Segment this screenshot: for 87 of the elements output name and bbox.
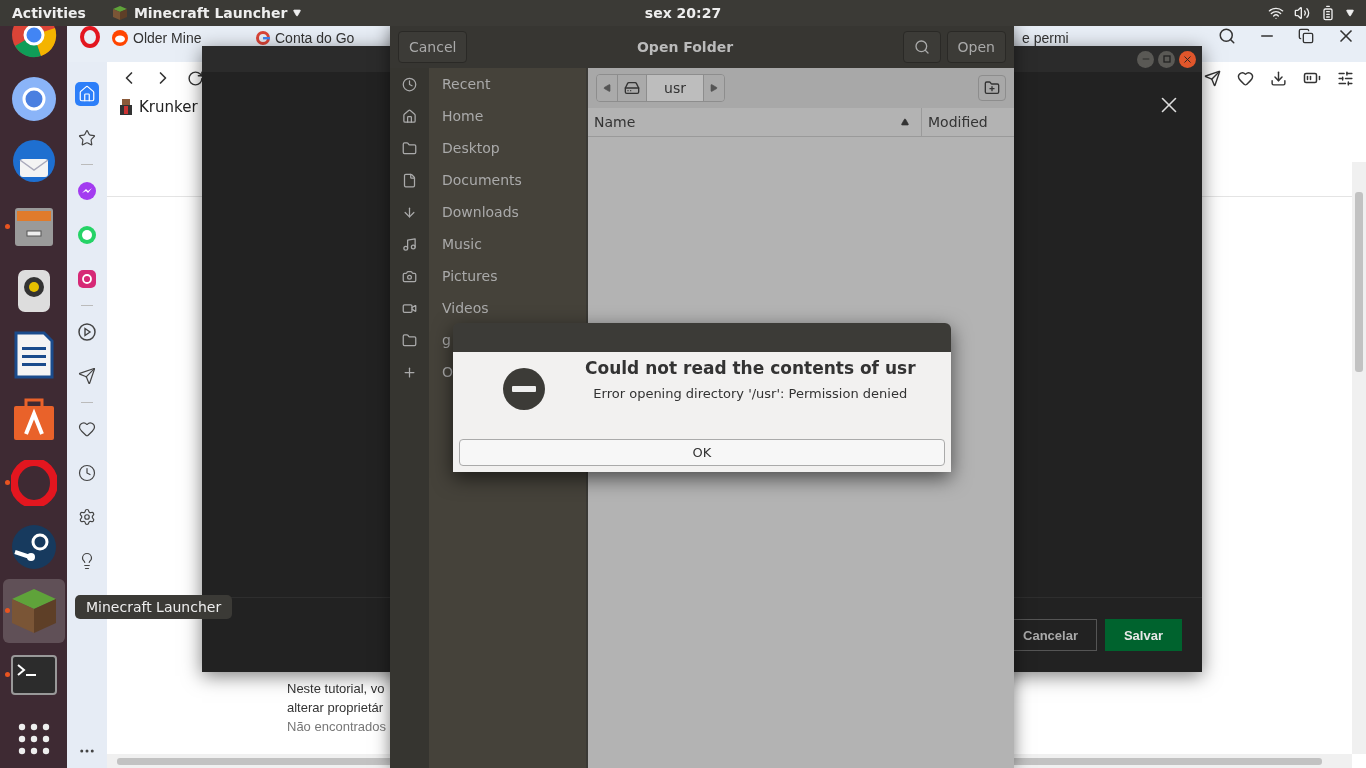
terminal-icon xyxy=(10,655,57,695)
error-title: Could not read the contents of usr xyxy=(585,358,916,378)
messenger-icon xyxy=(77,181,97,201)
wifi-icon[interactable] xyxy=(1268,5,1284,21)
article-text: Neste tutorial, vo xyxy=(287,681,385,696)
clock-text[interactable]: sex 20:27 xyxy=(644,5,722,21)
bookmark-link[interactable]: Krunker xyxy=(139,98,198,116)
bookmark-icon xyxy=(119,99,133,115)
caret-icon[interactable] xyxy=(1346,9,1354,17)
error-icon xyxy=(503,368,545,410)
cancel-button[interactable]: Cancel xyxy=(398,31,468,63)
shopping-bag-icon xyxy=(11,396,56,442)
activities-button[interactable]: Activities xyxy=(12,5,86,21)
restore-icon[interactable] xyxy=(1298,28,1314,44)
place-item[interactable]: Videos xyxy=(390,292,586,324)
camera-icon xyxy=(402,268,417,284)
place-item[interactable]: Music xyxy=(390,228,586,260)
home-icon xyxy=(78,85,96,103)
place-item[interactable]: Downloads xyxy=(390,196,586,228)
grass-block-icon xyxy=(9,587,58,635)
sidebar-button[interactable] xyxy=(75,267,99,291)
path-button[interactable]: usr xyxy=(646,75,703,101)
heart-icon xyxy=(78,420,96,438)
sort-up-icon xyxy=(901,118,909,126)
app-grid-icon xyxy=(17,723,50,755)
download-icon[interactable] xyxy=(1270,69,1287,87)
column-header[interactable]: Modified xyxy=(921,108,1014,136)
place-item[interactable]: Recent xyxy=(390,68,586,100)
reddit-icon xyxy=(112,30,128,46)
volume-icon[interactable] xyxy=(1294,5,1310,21)
place-item[interactable]: Documents xyxy=(390,164,586,196)
plus-icon xyxy=(402,364,417,380)
path-forward-button[interactable] xyxy=(703,75,724,101)
send-icon xyxy=(78,367,96,385)
place-item[interactable]: Desktop xyxy=(390,132,586,164)
sliders-icon[interactable] xyxy=(1337,69,1354,87)
search-icon[interactable] xyxy=(1218,27,1236,45)
grass-block-icon xyxy=(111,5,128,21)
document-icon xyxy=(13,331,54,379)
open-button[interactable]: Open xyxy=(946,31,1006,63)
reload-icon[interactable] xyxy=(187,69,204,87)
caret-icon xyxy=(293,9,302,17)
browser-ball-icon xyxy=(10,76,57,122)
folder-plus-icon xyxy=(984,80,1000,96)
close-button[interactable] xyxy=(1179,50,1196,68)
star-icon xyxy=(78,129,96,147)
error-message: Error opening directory '/usr': Permission denied xyxy=(593,386,908,401)
heart-icon[interactable] xyxy=(1237,69,1254,87)
article-text: Não encontrados xyxy=(287,719,386,734)
column-header[interactable]: Name xyxy=(588,108,921,136)
browser-tab[interactable]: Older Mine xyxy=(112,30,244,46)
clock-icon xyxy=(402,76,417,92)
new-folder-button[interactable] xyxy=(978,75,1006,101)
caret-right-icon xyxy=(710,84,718,92)
send-icon[interactable] xyxy=(1204,69,1221,87)
file-icon xyxy=(402,172,417,188)
opera-logo-icon xyxy=(10,460,57,506)
sidebar-button[interactable] xyxy=(75,320,99,344)
google-icon xyxy=(256,31,270,45)
folder-icon xyxy=(402,140,417,156)
app-menu[interactable]: Minecraft Launcher xyxy=(111,5,302,21)
opera-logo-icon[interactable] xyxy=(80,26,100,48)
search-button[interactable] xyxy=(902,31,941,63)
tooltip: Minecraft Launcher xyxy=(75,595,233,619)
maximize-icon xyxy=(1162,55,1171,63)
article-text: alterar proprietár xyxy=(287,700,384,715)
browser-tab[interactable]: e permi xyxy=(1022,30,1154,46)
caret-left-icon xyxy=(603,84,611,92)
play-icon xyxy=(78,323,96,341)
battery-icon[interactable] xyxy=(1320,5,1336,21)
settings-icon xyxy=(78,508,96,526)
place-item[interactable]: Pictures xyxy=(390,260,586,292)
browser-tab[interactable]: Conta do Go xyxy=(256,30,388,46)
music-icon xyxy=(402,236,417,252)
ok-button[interactable]: OK xyxy=(459,439,945,466)
folder-icon xyxy=(402,332,417,348)
steam-icon xyxy=(10,524,57,570)
search-icon xyxy=(913,39,930,55)
home-icon xyxy=(402,108,417,124)
download-icon xyxy=(402,204,417,220)
clock-icon xyxy=(78,464,96,482)
dialog-title: Open Folder xyxy=(635,39,735,55)
sidebar-button[interactable] xyxy=(75,179,99,203)
place-item[interactable]: Home xyxy=(390,100,586,132)
camera-icon xyxy=(77,269,97,289)
close-icon xyxy=(1182,53,1193,65)
save-button[interactable]: Salvar xyxy=(1104,619,1182,651)
